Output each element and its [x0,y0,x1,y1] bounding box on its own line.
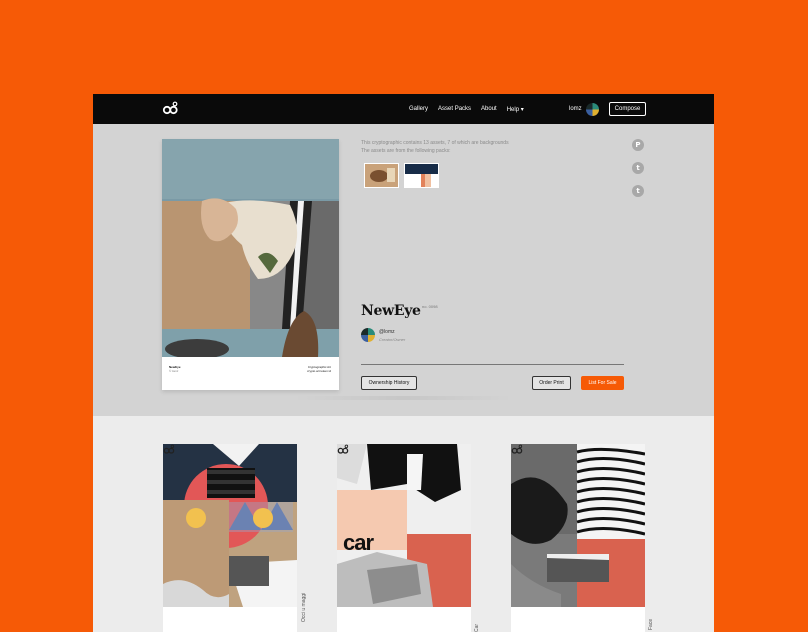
card-artwork [511,444,645,607]
artwork-caption-left: NewEye © lomz [169,365,181,373]
divider [361,364,624,365]
card-title: Car [474,623,480,632]
compose-button[interactable]: Compose [609,102,646,116]
logo-icon[interactable] [162,101,180,117]
top-navbar: Gallery Asset Packs About Help ▾ lomz Co… [93,94,714,124]
creator-role: Creator/Owner [379,337,406,342]
card-artwork [163,444,297,607]
nav-link-gallery[interactable]: Gallery [409,106,428,112]
list-for-sale-button[interactable]: List For Sale [581,376,624,390]
card-car-text: car [343,530,374,555]
gallery-card[interactable] [511,444,645,632]
twitter-icon[interactable]: t [632,162,644,174]
card-artwork [337,444,471,607]
artwork-title: NewEye [361,303,421,319]
logo-icon [337,444,349,454]
nav-link-about[interactable]: About [481,106,497,112]
asset-info-text: This cryptographic contains 13 assets, 7… [361,140,509,146]
creator-avatar[interactable] [361,328,375,342]
artwork-caption-right: Cryptographic Art crypto art token id [307,365,331,373]
creator-name[interactable]: @lomz [379,329,395,335]
nav-link-help[interactable]: Help ▾ [507,106,524,113]
logo-icon [163,444,175,454]
asset-packs-text: The assets are from the following packs: [361,148,451,154]
artwork-number: no. 0098 [422,304,438,309]
order-print-button[interactable]: Order Print [532,376,571,390]
artwork-image [162,139,339,390]
logo-icon [511,444,523,454]
avatar[interactable] [585,102,599,116]
pinterest-icon[interactable]: P [632,139,644,151]
artwork-preview[interactable]: NewEye © lomz Cryptographic Art crypto a… [162,139,339,390]
app-window: Gallery Asset Packs About Help ▾ lomz Co… [93,94,714,632]
ownership-history-button[interactable]: Ownership History [361,376,417,390]
card-title: Face [648,618,654,630]
user-menu[interactable]: lomz [569,94,599,124]
section-shadow [293,396,513,400]
gallery-card[interactable] [163,444,297,632]
asset-pack-thumbnail[interactable] [364,163,399,188]
nav-links: Gallery Asset Packs About Help ▾ [409,94,534,124]
tumblr-icon[interactable]: t [632,185,644,197]
username[interactable]: lomz [569,106,582,112]
nav-link-asset-packs[interactable]: Asset Packs [438,106,471,112]
asset-pack-thumbnail[interactable] [404,163,439,188]
gallery-card[interactable]: car [337,444,471,632]
gallery-section: Occi u maggi car Car Face [93,416,714,632]
card-title: Occi u maggi [301,592,307,622]
